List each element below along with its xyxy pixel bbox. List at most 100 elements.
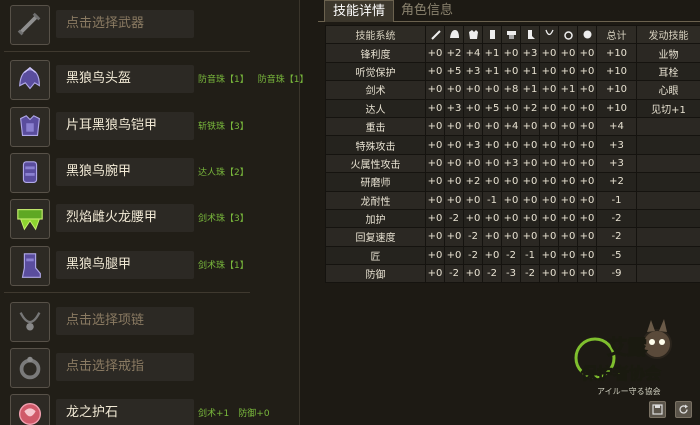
activated-skill — [636, 264, 700, 284]
equipment-panel: 点击选择武器 黑狼鸟头盔 防音珠【1】 防音珠【1】片耳黑狼鸟铠甲 斩铁珠【3】黑狼鸟腕… — [0, 0, 308, 425]
weapon-icon[interactable] — [10, 5, 50, 45]
skill-point: +0 — [520, 153, 540, 174]
tab-skill-details[interactable]: 技能详情 — [324, 0, 395, 22]
skill-row: 重击 +0 +0 +0 +0 +4 +0 +0 +0 +0 +4 — [325, 116, 700, 137]
skill-point: +0 — [577, 208, 597, 229]
skill-point: +0 — [501, 43, 521, 63]
skill-point: +0 — [577, 135, 597, 155]
skill-point: +0 — [463, 264, 483, 284]
tab-character-info[interactable]: 角色信息 — [393, 0, 461, 22]
necklace-icon[interactable] — [10, 302, 50, 342]
skill-point: +0 — [577, 80, 597, 100]
save-icon — [652, 404, 663, 415]
skill-point: +0 — [539, 135, 559, 155]
skill-point: +1 — [520, 80, 540, 100]
skill-point: +0 — [558, 172, 578, 192]
arm-icon[interactable] — [10, 153, 50, 193]
skill-point: +0 — [501, 135, 521, 155]
skill-point: +0 — [520, 135, 540, 155]
skill-point: +0 — [425, 43, 445, 63]
skill-point: +0 — [425, 227, 445, 247]
waist-icon[interactable] — [10, 199, 50, 239]
skill-point: +0 — [501, 61, 521, 82]
skill-row: 匠 +0 +0 -2 +0 -2 -1 +0 +0 +0 -5 — [325, 245, 700, 266]
skill-point: +0 — [577, 61, 597, 82]
skill-point: +0 — [539, 245, 559, 266]
decoration-list: 斩铁珠【3】 — [198, 119, 249, 132]
skill-point: +0 — [539, 98, 559, 118]
skill-name: 匠 — [325, 245, 426, 266]
skill-point: +0 — [558, 227, 578, 247]
skill-point: +0 — [463, 98, 483, 118]
chest-slot-name-button[interactable]: 片耳黑狼鸟铠甲 — [56, 112, 194, 140]
skill-point: +0 — [444, 153, 464, 174]
chest-icon[interactable] — [10, 107, 50, 147]
refresh-button[interactable] — [675, 401, 692, 418]
decoration-label: 剑术+1 — [198, 409, 230, 419]
decoration-list: 防音珠【1】 防音珠【1】 — [198, 72, 308, 85]
leg-slot-name-button[interactable]: 黑狼鸟腿甲 — [56, 251, 194, 279]
weapon-slot-name-button[interactable]: 点击选择武器 — [56, 10, 194, 38]
leg-slot: 黑狼鸟腿甲 剑术珠【1】 — [8, 246, 298, 288]
skill-row: 回复速度 +0 +0 -2 +0 +0 +0 +0 +0 +0 -2 — [325, 227, 700, 247]
skill-point: +0 — [425, 135, 445, 155]
skill-point: +0 — [463, 116, 483, 137]
skill-name: 研磨师 — [325, 172, 426, 192]
ring-slot: 点击选择戒指 — [8, 348, 298, 390]
skill-point: +2 — [463, 172, 483, 192]
header-waist-icon — [501, 24, 521, 45]
leg-icon[interactable] — [10, 246, 50, 286]
skill-name: 加护 — [325, 208, 426, 229]
activated-skill: 见切+1 — [636, 98, 700, 118]
necklace-slot-name-button[interactable]: 点击选择项链 — [56, 307, 194, 335]
skill-point: +0 — [482, 208, 502, 229]
skill-point: +0 — [501, 172, 521, 192]
skill-point: +0 — [463, 208, 483, 229]
header-active-skill: 发动技能 — [636, 24, 700, 45]
skill-point: +3 — [501, 153, 521, 174]
activated-skill: 心眼 — [636, 80, 700, 100]
logo-caption: アイルー守る協会 — [597, 386, 661, 396]
skill-point: -3 — [501, 264, 521, 284]
skill-point: +3 — [463, 61, 483, 82]
skill-name: 防御 — [325, 264, 426, 284]
charm-icon[interactable] — [10, 394, 50, 425]
skill-point: +0 — [482, 153, 502, 174]
ring-icon[interactable] — [10, 348, 50, 388]
skill-total: -2 — [596, 227, 637, 247]
skill-point: +0 — [520, 172, 540, 192]
skill-point: +0 — [539, 116, 559, 137]
skill-point: +2 — [444, 43, 464, 63]
helmet-slot-name-button[interactable]: 黑狼鸟头盔 — [56, 65, 194, 93]
skill-total: +3 — [596, 153, 637, 174]
skill-point: +0 — [501, 190, 521, 210]
decoration-list: 剑术珠【3】 — [198, 211, 249, 224]
activated-skill: 业物 — [636, 43, 700, 63]
skill-point: +0 — [482, 80, 502, 100]
activated-skill: 耳栓 — [636, 61, 700, 82]
skill-row: 加护 +0 -2 +0 +0 +0 +0 +0 +0 +0 -2 — [325, 208, 700, 229]
decoration-list: 达人珠【2】 — [198, 165, 249, 178]
skill-row: 锋利度 +0 +2 +4 +1 +0 +3 +0 +0 +0 +10 业物 — [325, 43, 700, 63]
skill-row: 研磨师 +0 +0 +2 +0 +0 +0 +0 +0 +0 +2 — [325, 172, 700, 192]
skill-point: -2 — [463, 227, 483, 247]
arm-slot-name-button[interactable]: 黑狼鸟腕甲 — [56, 158, 194, 186]
skill-point: +0 — [501, 208, 521, 229]
skill-table: 技能系统 总计 发动技能 锋利度 +0 +2 +4 +1 +0 +3 +0 +0 +0 +10 业物 听觉保… — [325, 24, 700, 284]
skill-point: +0 — [520, 190, 540, 210]
helmet-icon[interactable] — [10, 60, 50, 100]
skill-point: +3 — [463, 135, 483, 155]
charm-slot-name-button[interactable]: 龙之护石 — [56, 399, 194, 425]
skill-point: +0 — [425, 80, 445, 100]
skill-point: +0 — [558, 153, 578, 174]
skill-point: +0 — [520, 227, 540, 247]
charm-slot: 龙之护石 剑术+1 防御+0 — [8, 394, 298, 425]
skill-point: +1 — [482, 43, 502, 63]
slot-divider — [4, 292, 250, 293]
ring-slot-name-button[interactable]: 点击选择戒指 — [56, 353, 194, 381]
waist-slot-name-button[interactable]: 烈焰雌火龙腰甲 — [56, 204, 194, 232]
skill-point: +0 — [539, 264, 559, 284]
skill-point: +0 — [482, 116, 502, 137]
save-button[interactable] — [649, 401, 666, 418]
skill-name: 重击 — [325, 116, 426, 137]
